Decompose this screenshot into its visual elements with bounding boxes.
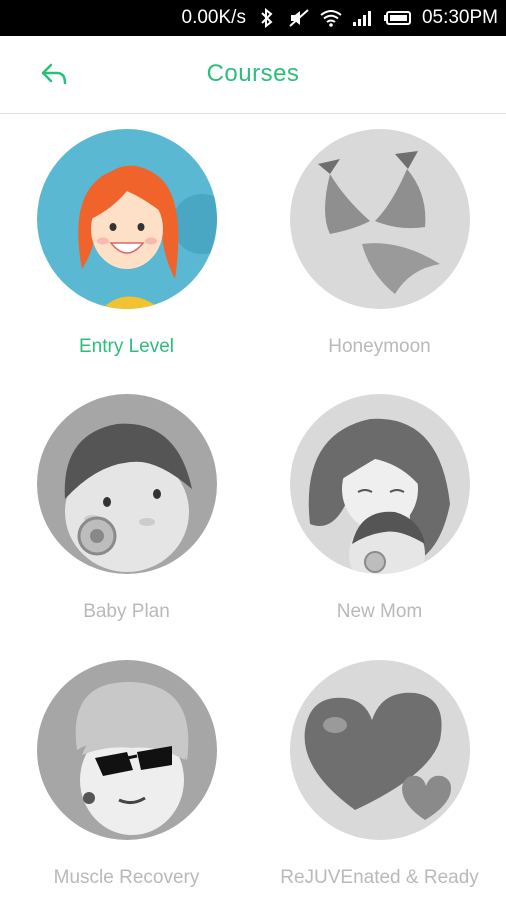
course-label: Entry Level xyxy=(78,336,175,357)
course-label: Muscle Recovery xyxy=(53,867,200,888)
status-bar: 0.00K/s 05:30PM xyxy=(0,0,506,36)
app-bar: Courses xyxy=(0,36,506,114)
course-image-honeymoon xyxy=(290,129,470,309)
course-image-entry-level xyxy=(37,129,217,309)
bluetooth-icon xyxy=(256,7,278,29)
battery-icon xyxy=(383,7,412,29)
course-image-muscle-recovery xyxy=(37,660,217,840)
course-label: Honeymoon xyxy=(328,336,431,357)
course-muscle-recovery[interactable]: Muscle Recovery xyxy=(0,645,253,910)
signal-icon xyxy=(352,7,374,29)
clock: 05:30PM xyxy=(421,7,498,28)
mute-icon xyxy=(288,7,310,29)
course-image-new-mom xyxy=(290,394,470,574)
course-new-mom[interactable]: New Mom xyxy=(253,379,506,644)
wifi-icon xyxy=(320,7,342,29)
page-title: Courses xyxy=(206,60,300,87)
course-baby-plan[interactable]: Baby Plan xyxy=(0,379,253,644)
course-entry-level[interactable]: Entry Level xyxy=(0,114,253,379)
course-image-baby-plan xyxy=(37,394,217,574)
course-label: Baby Plan xyxy=(83,601,170,622)
course-label: New Mom xyxy=(336,601,423,622)
network-speed: 0.00K/s xyxy=(181,7,246,28)
course-honeymoon[interactable]: Honeymoon xyxy=(253,114,506,379)
course-image-rejuvenated-ready xyxy=(290,660,470,840)
course-label: ReJUVEnated & Ready xyxy=(280,867,479,888)
course-rejuvenated-ready[interactable]: ReJUVEnated & Ready xyxy=(253,645,506,910)
